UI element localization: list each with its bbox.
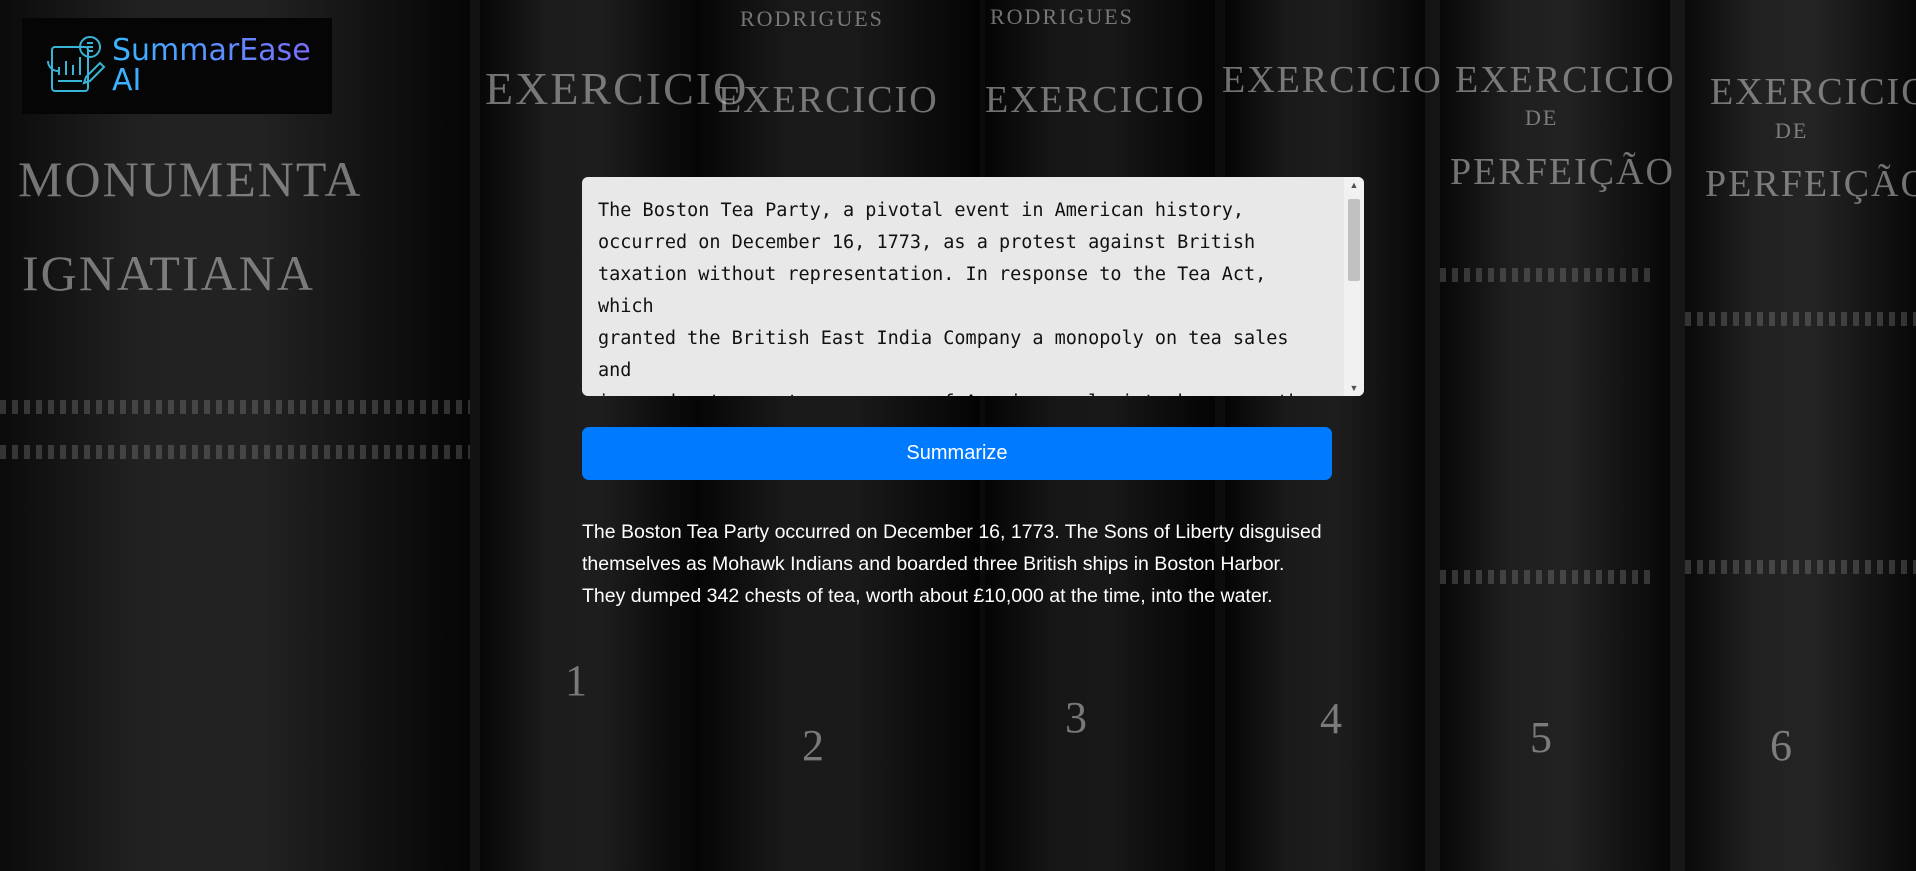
scroll-up-arrow-icon[interactable]: ▲ [1344,177,1364,193]
app-name-line2: AI [112,63,142,98]
book-title: EXERCICIO [985,79,1206,121]
scroll-down-arrow-icon[interactable]: ▼ [1344,380,1364,396]
book-title: MONUMENTA [18,151,363,207]
book-spine [0,0,470,871]
decorative-band [0,445,470,459]
app-name-line1: SummarEase [112,33,311,68]
volume-number: 3 [1065,693,1089,742]
book-title: PERFEIÇÃO [1705,163,1916,205]
book-title: EXERCICIO [1455,59,1676,101]
book-title: DE [1775,118,1809,143]
book-title: EXERCICIO [1710,71,1916,113]
text-input-area[interactable]: The Boston Tea Party, a pivotal event in… [582,177,1364,396]
decorative-band [1440,268,1655,282]
scrollbar-thumb[interactable] [1348,199,1360,281]
decorative-band [1685,312,1916,326]
app-logo[interactable]: SummarEase AI [22,18,332,114]
book-title: EXERCICIO [485,63,749,114]
volume-number: 2 [802,721,826,770]
book-title: PERFEIÇÃO [1450,151,1675,193]
article-text-input[interactable]: The Boston Tea Party, a pivotal event in… [582,177,1322,396]
book-title: RODRIGUES [740,6,884,31]
volume-number: 1 [565,656,589,705]
book-title: IGNATIANA [22,245,315,301]
book-title: EXERCICIO [1222,59,1443,101]
book-title: EXERCICIO [718,79,939,121]
textarea-scrollbar[interactable]: ▲ ▼ [1344,177,1364,396]
book-title: DE [1525,105,1559,130]
app-name: SummarEase AI [112,36,311,96]
book-title: RODRIGUES [990,4,1134,29]
volume-number: 6 [1770,721,1794,770]
summary-output: The Boston Tea Party occurred on Decembe… [582,521,1322,607]
volume-number: 4 [1320,694,1344,743]
document-analytics-icon [47,36,106,92]
decorative-band [1440,570,1655,584]
decorative-band [0,400,470,414]
volume-number: 5 [1530,713,1554,762]
decorative-band [1685,560,1916,574]
summarize-button[interactable]: Summarize [582,427,1332,480]
